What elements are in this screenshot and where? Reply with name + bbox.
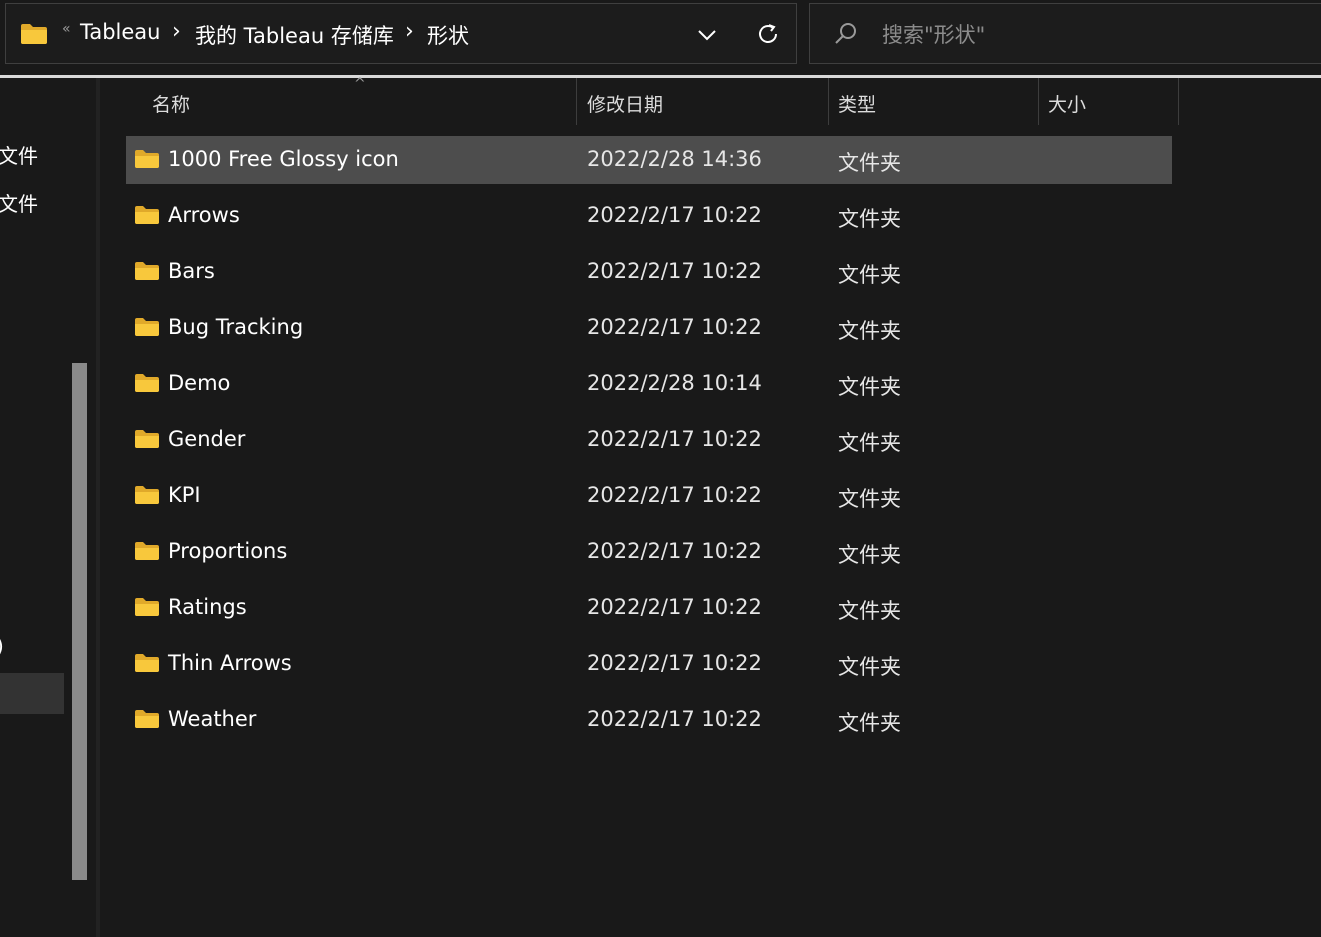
file-type: 文件夹	[838, 263, 901, 287]
breadcrumb-separator[interactable]: ›	[405, 19, 414, 44]
file-modified-date: 2022/2/28 14:36	[587, 147, 762, 171]
file-name: Thin Arrows	[168, 651, 292, 675]
table-row[interactable]: Arrows 2022/2/17 10:22 文件夹	[126, 192, 1172, 240]
chevron-down-icon[interactable]	[694, 22, 720, 48]
navigation-pane: 源文件 源文件 )	[0, 78, 96, 937]
folder-icon	[135, 262, 159, 280]
nav-item-source-files[interactable]: 源文件	[0, 140, 38, 169]
file-type: 文件夹	[838, 599, 901, 623]
file-modified-date: 2022/2/17 10:22	[587, 595, 762, 619]
search-input[interactable]	[880, 18, 1304, 52]
nav-item-selected[interactable]	[0, 673, 64, 714]
file-modified-date: 2022/2/17 10:22	[587, 259, 762, 283]
address-bar[interactable]: « Tableau › 我的 Tableau 存储库 › 形状	[5, 3, 797, 64]
file-name: Arrows	[168, 203, 240, 227]
top-bar: « Tableau › 我的 Tableau 存储库 › 形状	[0, 0, 1321, 76]
file-name: Bug Tracking	[168, 315, 304, 339]
file-type: 文件夹	[838, 655, 901, 679]
table-row[interactable]: Ratings 2022/2/17 10:22 文件夹	[126, 584, 1172, 632]
folder-icon	[135, 486, 159, 504]
nav-item-partial[interactable]: )	[0, 634, 4, 658]
file-name: Bars	[168, 259, 215, 283]
file-name: Proportions	[168, 539, 288, 563]
file-name: Gender	[168, 427, 246, 451]
column-separator[interactable]	[1038, 78, 1039, 125]
breadcrumb-repository[interactable]: 我的 Tableau 存储库	[195, 20, 394, 50]
breadcrumb-tableau[interactable]: Tableau	[80, 20, 160, 44]
file-modified-date: 2022/2/17 10:22	[587, 651, 762, 675]
table-row[interactable]: Gender 2022/2/17 10:22 文件夹	[126, 416, 1172, 464]
file-name: KPI	[168, 483, 201, 507]
file-type: 文件夹	[838, 151, 901, 175]
folder-icon	[135, 150, 159, 168]
file-explorer-window: « Tableau › 我的 Tableau 存储库 › 形状 源文件 源文件	[0, 0, 1321, 937]
breadcrumb-shapes[interactable]: 形状	[427, 20, 469, 50]
table-row[interactable]: Thin Arrows 2022/2/17 10:22 文件夹	[126, 640, 1172, 688]
table-row[interactable]: 1000 Free Glossy icon 2022/2/28 14:36 文件夹	[126, 136, 1172, 184]
table-row[interactable]: Bug Tracking 2022/2/17 10:22 文件夹	[126, 304, 1172, 352]
file-list: ^ 名称 修改日期 类型 大小 1000 Free Glossy icon 202…	[100, 76, 1321, 937]
file-type: 文件夹	[838, 543, 901, 567]
table-row[interactable]: KPI 2022/2/17 10:22 文件夹	[126, 472, 1172, 520]
file-modified-date: 2022/2/17 10:22	[587, 707, 762, 731]
column-separator[interactable]	[828, 78, 829, 125]
column-header-type[interactable]: 类型	[838, 90, 876, 117]
search-box[interactable]	[809, 3, 1321, 64]
search-icon	[835, 23, 856, 44]
file-modified-date: 2022/2/17 10:22	[587, 483, 762, 507]
sort-indicator-icon: ^	[354, 76, 366, 92]
file-type: 文件夹	[838, 207, 901, 231]
breadcrumb-separator[interactable]: ›	[172, 19, 181, 44]
table-row[interactable]: Weather 2022/2/17 10:22 文件夹	[126, 696, 1172, 744]
column-header-size[interactable]: 大小	[1048, 90, 1086, 117]
column-separator[interactable]	[576, 78, 577, 125]
column-separator[interactable]	[1178, 78, 1179, 125]
folder-icon	[135, 598, 159, 616]
file-type: 文件夹	[838, 375, 901, 399]
column-header-date[interactable]: 修改日期	[587, 90, 663, 117]
folder-icon	[135, 542, 159, 560]
file-name: 1000 Free Glossy icon	[168, 147, 399, 171]
file-modified-date: 2022/2/17 10:22	[587, 315, 762, 339]
refresh-icon[interactable]	[755, 21, 781, 47]
table-row[interactable]: Bars 2022/2/17 10:22 文件夹	[126, 248, 1172, 296]
overflow-chevron[interactable]: «	[62, 21, 71, 37]
folder-icon	[135, 206, 159, 224]
file-type: 文件夹	[838, 711, 901, 735]
nav-scrollbar[interactable]	[72, 363, 87, 880]
folder-icon	[135, 654, 159, 672]
file-modified-date: 2022/2/28 10:14	[587, 371, 762, 395]
folder-icon	[21, 24, 47, 44]
folder-icon	[135, 430, 159, 448]
table-row[interactable]: Proportions 2022/2/17 10:22 文件夹	[126, 528, 1172, 576]
folder-icon	[135, 318, 159, 336]
file-modified-date: 2022/2/17 10:22	[587, 203, 762, 227]
file-type: 文件夹	[838, 431, 901, 455]
file-type: 文件夹	[838, 319, 901, 343]
table-row[interactable]: Demo 2022/2/28 10:14 文件夹	[126, 360, 1172, 408]
file-name: Demo	[168, 371, 231, 395]
nav-item-source-files[interactable]: 源文件	[0, 188, 38, 217]
column-header-name[interactable]: 名称	[152, 90, 190, 117]
file-name: Ratings	[168, 595, 247, 619]
file-modified-date: 2022/2/17 10:22	[587, 539, 762, 563]
folder-icon	[135, 710, 159, 728]
file-type: 文件夹	[838, 487, 901, 511]
folder-icon	[135, 374, 159, 392]
file-modified-date: 2022/2/17 10:22	[587, 427, 762, 451]
file-name: Weather	[168, 707, 257, 731]
